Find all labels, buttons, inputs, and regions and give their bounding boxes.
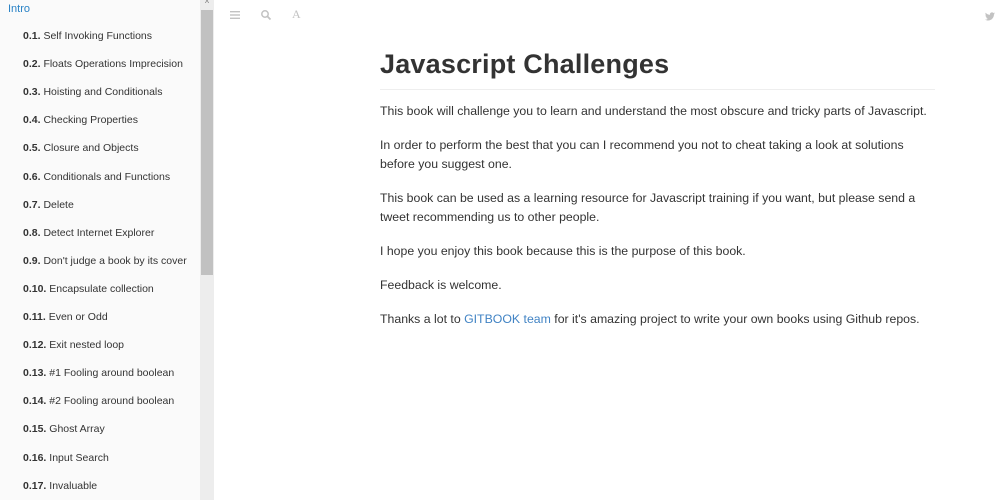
thanks-text-before: Thanks a lot to (380, 312, 465, 326)
sidebar-item[interactable]: 0.4. Checking Properties (23, 114, 138, 127)
sidebar-item-label: Delete (43, 198, 74, 211)
search-icon[interactable] (260, 8, 272, 21)
sidebar-item-label: #2 Fooling around boolean (49, 395, 175, 408)
paragraph-recommendation: In order to perform the best that you ca… (380, 138, 904, 171)
twitter-icon[interactable] (985, 8, 995, 21)
sidebar-item-number: 0.10. (23, 282, 47, 295)
sidebar-item-number: 0.1. (23, 30, 41, 42)
paragraph-hope: I hope you enjoy this book because this … (380, 244, 746, 258)
sidebar: Intro 0.1. Self Invoking Functions 0.2. F… (0, 0, 214, 500)
sidebar-item[interactable]: 0.16. Input Search (23, 452, 109, 465)
paragraph-usage: This book can be used as a learning reso… (380, 191, 916, 224)
sidebar-item[interactable]: 0.3. Hoisting and Conditionals (23, 86, 163, 99)
sidebar-item-number: 0.13. (23, 367, 47, 380)
sidebar-item-label: Self Invoking Functions (43, 30, 152, 42)
sidebar-item[interactable]: 0.11. Even or Odd (23, 311, 108, 324)
sidebar-item[interactable]: 0.8. Detect Internet Explorer (23, 227, 154, 240)
sidebar-item-intro[interactable]: Intro (8, 2, 30, 16)
sidebar-item-label: Detect Internet Explorer (43, 226, 155, 239)
sidebar-item[interactable]: 0.15. Ghost Array (23, 423, 105, 436)
scroll-up-arrow[interactable]: ^ (200, 0, 214, 10)
menu-icon[interactable] (229, 8, 241, 20)
sidebar-item[interactable]: 0.14. #2 Fooling around boolean (23, 395, 174, 408)
sidebar-item-label: Conditionals and Functions (43, 170, 171, 183)
sidebar-item-label: Input Search (49, 451, 109, 464)
sidebar-item-label: Invaluable (49, 479, 98, 492)
sidebar-item-number: 0.7. (23, 198, 41, 211)
sidebar-item-number: 0.6. (23, 170, 41, 183)
thanks-text-after: for it's amazing project to write your o… (550, 312, 920, 326)
sidebar-item-label: Even or Odd (48, 311, 108, 323)
sidebar-item-label: #1 Fooling around boolean (49, 367, 175, 380)
sidebar-item-number: 0.3. (23, 86, 41, 99)
paragraph-intro: This book will challenge you to learn an… (380, 104, 927, 118)
sidebar-item-label: Encapsulate collection (49, 282, 154, 295)
sidebar-item-number: 0.5. (23, 142, 41, 155)
page-content: Javascript Challenges This book will cha… (380, 46, 935, 329)
sidebar-item-number: 0.4. (23, 114, 41, 127)
sidebar-item-label: Exit nested loop (49, 339, 124, 352)
font-settings-icon[interactable]: A (292, 8, 304, 20)
sidebar-item-number: 0.8. (23, 226, 41, 239)
page-title: Javascript Challenges (380, 46, 935, 90)
sidebar-item-label: Floats Operations Imprecision (43, 58, 183, 71)
sidebar-item-label: Ghost Array (49, 423, 105, 436)
sidebar-item-number: 0.16. (23, 451, 47, 464)
sidebar-item[interactable]: 0.10. Encapsulate collection (23, 283, 154, 296)
sidebar-item[interactable]: 0.1. Self Invoking Functions (23, 30, 152, 43)
sidebar-item[interactable]: 0.6. Conditionals and Functions (23, 171, 170, 184)
sidebar-item-label: Checking Properties (43, 114, 138, 127)
sidebar-item[interactable]: 0.7. Delete (23, 199, 74, 212)
sidebar-item-label: Hoisting and Conditionals (43, 86, 163, 99)
sidebar-item-number: 0.15. (23, 423, 47, 436)
paragraph-thanks: Thanks a lot to GITBOOK team for it's am… (380, 310, 935, 329)
sidebar-item-number: 0.11. (23, 311, 46, 323)
sidebar-item[interactable]: 0.5. Closure and Objects (23, 142, 139, 155)
sidebar-item[interactable]: 0.9. Don't judge a book by its cover (23, 255, 187, 268)
paragraph-feedback: Feedback is welcome. (380, 278, 502, 292)
sidebar-item-label: Closure and Objects (43, 142, 139, 155)
sidebar-item-number: 0.12. (23, 339, 47, 352)
sidebar-item[interactable]: 0.17. Invaluable (23, 480, 97, 493)
sidebar-item[interactable]: 0.2. Floats Operations Imprecision (23, 58, 183, 71)
sidebar-item-number: 0.2. (23, 58, 41, 71)
sidebar-item-number: 0.17. (23, 479, 47, 492)
sidebar-item[interactable]: 0.12. Exit nested loop (23, 339, 124, 352)
sidebar-item-label: Don't judge a book by its cover (43, 254, 187, 267)
sidebar-item-number: 0.9. (23, 254, 41, 267)
sidebar-item[interactable]: 0.13. #1 Fooling around boolean (23, 367, 174, 380)
scroll-thumb[interactable] (201, 10, 213, 275)
sidebar-item-number: 0.14. (23, 395, 47, 408)
sidebar-scrollbar[interactable]: ^ (200, 0, 214, 500)
gitbook-team-link[interactable]: GITBOOK team (464, 312, 551, 326)
